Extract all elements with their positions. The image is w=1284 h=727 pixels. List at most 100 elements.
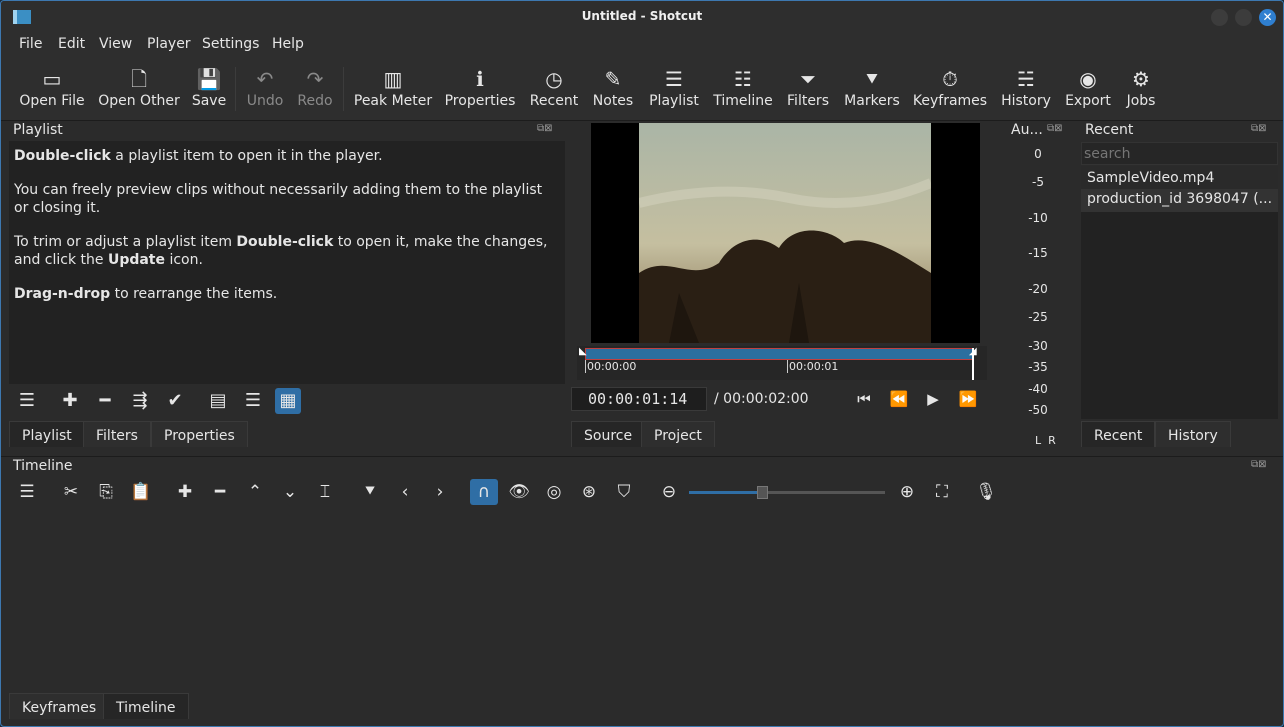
- tab-filters[interactable]: Filters: [83, 421, 151, 447]
- remove-button[interactable]: ━: [92, 388, 118, 414]
- meter-scale: -50: [1028, 403, 1048, 417]
- tab-timeline[interactable]: Timeline: [103, 693, 189, 719]
- keyframes-button[interactable]: ⏱ Keyframes: [911, 57, 989, 119]
- redo-button[interactable]: ↷ Redo: [293, 57, 337, 119]
- markers-button[interactable]: ⯆ Markers: [841, 57, 903, 119]
- playlist-icon: ☰: [665, 67, 683, 91]
- timeline-area[interactable]: [9, 509, 1277, 691]
- toolbar-divider: [343, 67, 344, 111]
- peak-meter-button[interactable]: ▥ Peak Meter: [351, 57, 435, 119]
- video-viewer[interactable]: [591, 123, 980, 343]
- list-item[interactable]: production_id 3698047 (...: [1081, 189, 1278, 212]
- close-button[interactable]: ✕: [1259, 9, 1276, 26]
- help-text-bold: Update: [107, 252, 165, 268]
- scrub-while-dragging-button[interactable]: 👁: [505, 479, 533, 505]
- add-button[interactable]: ✚: [57, 388, 83, 414]
- grid-view-button[interactable]: ▦: [275, 388, 301, 414]
- zoom-slider-handle[interactable]: [756, 486, 768, 499]
- copy-button[interactable]: ⎘: [92, 479, 120, 505]
- previous-marker-button[interactable]: ‹: [391, 479, 419, 505]
- dock-float-icon[interactable]: ⧉⊠: [1251, 123, 1267, 134]
- timeline-button[interactable]: ☷ Timeline: [709, 57, 777, 119]
- meter-scale: -30: [1028, 339, 1048, 353]
- open-other-button[interactable]: 🗋 Open Other: [95, 57, 183, 119]
- jobs-button[interactable]: ⚙ Jobs: [1121, 57, 1161, 119]
- paste-button[interactable]: 📋: [127, 479, 155, 505]
- details-view-button[interactable]: ▤: [205, 388, 231, 414]
- lift-button[interactable]: ⌃: [241, 479, 269, 505]
- list-view-button[interactable]: ☰: [240, 388, 266, 414]
- ripple-markers-button[interactable]: ⛉: [610, 479, 638, 505]
- ripple-all-tracks-button[interactable]: ⊛: [575, 479, 603, 505]
- skip-previous-icon[interactable]: ⏮: [851, 386, 877, 412]
- in-point-marker[interactable]: ◣: [579, 346, 587, 357]
- select-check-button[interactable]: ✔: [162, 388, 188, 414]
- jobs-icon: ⚙: [1132, 67, 1150, 91]
- scrub-bar[interactable]: ◣ ◢ 00:00:00 00:00:01: [577, 346, 987, 380]
- help-text-bold: Double-click: [14, 148, 111, 164]
- zoom-slider[interactable]: [689, 486, 885, 499]
- meter-scale: -40: [1028, 382, 1048, 396]
- split-button[interactable]: ⌶: [311, 479, 339, 505]
- recent-search-input[interactable]: [1081, 142, 1278, 165]
- notes-button[interactable]: ✎ Notes: [589, 57, 637, 119]
- timeline-menu-button[interactable]: ☰: [13, 479, 41, 505]
- ripple-button[interactable]: ◎: [540, 479, 568, 505]
- overwrite-button[interactable]: ⌄: [276, 479, 304, 505]
- dock-float-icon[interactable]: ⧉⊠: [1047, 123, 1063, 134]
- fast-forward-icon[interactable]: ⏩: [955, 386, 981, 412]
- next-marker-button[interactable]: ›: [426, 479, 454, 505]
- tab-keyframes[interactable]: Keyframes: [9, 693, 110, 719]
- marker-button[interactable]: ⯆: [356, 479, 384, 505]
- filters-button[interactable]: ⏷ Filters: [783, 57, 833, 119]
- meter-scale: -10: [1028, 211, 1048, 225]
- markers-icon: ⯆: [864, 67, 880, 91]
- playlist-button[interactable]: ☰ Playlist: [645, 57, 703, 119]
- menu-player[interactable]: Player: [147, 36, 191, 52]
- list-item[interactable]: SampleVideo.mp4: [1081, 166, 1278, 189]
- play-icon[interactable]: ▶: [920, 386, 946, 412]
- tab-project[interactable]: Project: [641, 421, 715, 447]
- ripple-delete-button[interactable]: ━: [206, 479, 234, 505]
- zoom-fit-button[interactable]: ⛶: [928, 479, 956, 505]
- menu-settings[interactable]: Settings: [202, 36, 259, 52]
- menu-file[interactable]: File: [19, 36, 42, 52]
- help-text-bold: Double-click: [236, 234, 334, 250]
- tab-source[interactable]: Source: [571, 421, 646, 447]
- timecode-input[interactable]: 00:00:01:14: [571, 387, 707, 411]
- notes-icon: ✎: [604, 67, 622, 91]
- undo-button[interactable]: ↶ Undo: [243, 57, 287, 119]
- playhead[interactable]: [972, 348, 974, 380]
- save-button[interactable]: 💾 Save: [189, 57, 229, 119]
- cut-button[interactable]: ✂: [57, 479, 85, 505]
- zoom-in-button[interactable]: ⊕: [893, 479, 921, 505]
- menu-edit[interactable]: Edit: [58, 36, 85, 52]
- dock-float-icon[interactable]: ⧉⊠: [1251, 459, 1267, 470]
- properties-button[interactable]: ℹ Properties: [441, 57, 519, 119]
- history-button[interactable]: ☵ History: [997, 57, 1055, 119]
- update-button[interactable]: ⇶: [127, 388, 153, 414]
- properties-icon: ℹ: [476, 67, 484, 91]
- snap-button[interactable]: ∩: [470, 479, 498, 505]
- tab-history[interactable]: History: [1155, 421, 1231, 447]
- maximize-button[interactable]: [1235, 9, 1252, 26]
- recent-button[interactable]: ◷ Recent: [527, 57, 581, 119]
- open-file-icon: ▭: [42, 67, 62, 91]
- tab-recent[interactable]: Recent: [1081, 421, 1156, 447]
- open-file-button[interactable]: ▭ Open File: [15, 57, 89, 119]
- tab-playlist[interactable]: Playlist: [9, 421, 85, 447]
- menu-view[interactable]: View: [99, 36, 132, 52]
- tab-properties[interactable]: Properties: [151, 421, 248, 447]
- menu-help[interactable]: Help: [272, 36, 304, 52]
- record-audio-button[interactable]: 🎙: [972, 479, 1000, 505]
- export-button[interactable]: ◉ Export: [1061, 57, 1115, 119]
- zoom-out-button[interactable]: ⊖: [655, 479, 683, 505]
- playlist-menu-button[interactable]: ☰: [14, 388, 40, 414]
- rewind-icon[interactable]: ⏪: [886, 386, 912, 412]
- recent-list: SampleVideo.mp4 production_id 3698047 (.…: [1081, 166, 1278, 419]
- export-icon: ◉: [1079, 67, 1097, 91]
- append-button[interactable]: ✚: [171, 479, 199, 505]
- timeline-icon: ☷: [734, 67, 752, 91]
- minimize-button[interactable]: [1211, 9, 1228, 26]
- dock-float-icon[interactable]: ⧉⊠: [537, 123, 553, 134]
